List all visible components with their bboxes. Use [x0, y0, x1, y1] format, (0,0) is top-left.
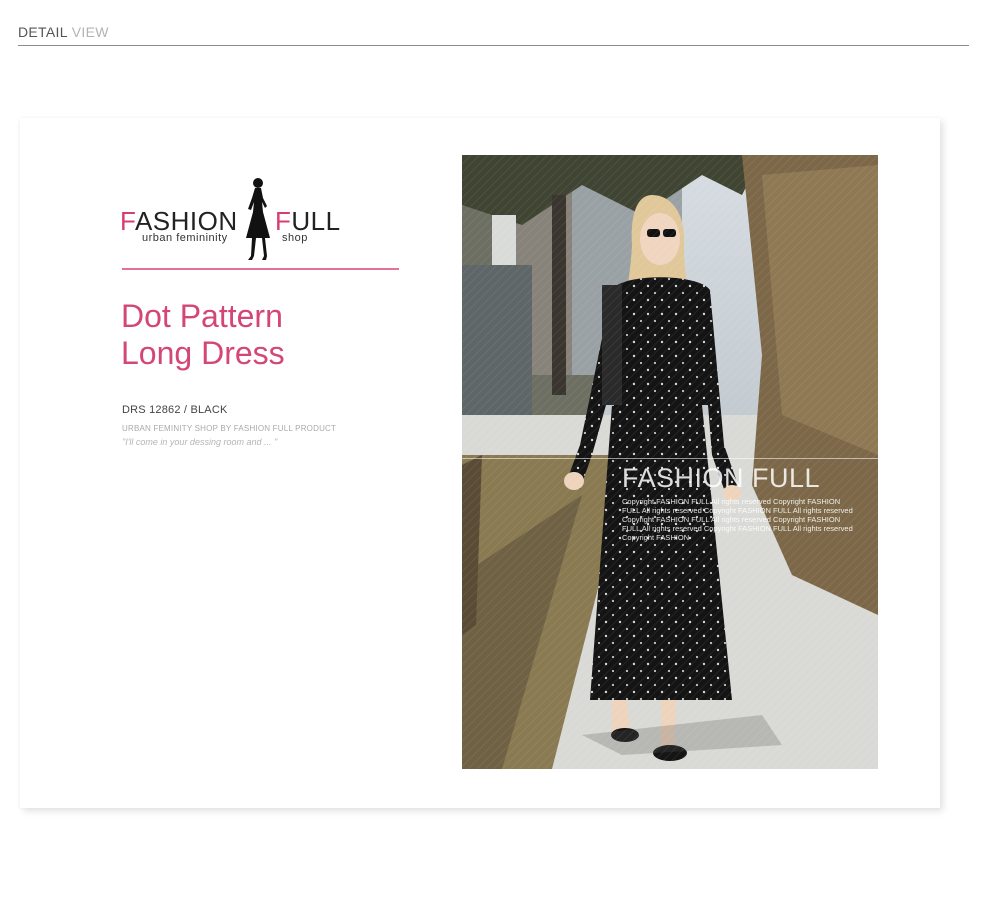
product-photo: FASHION FULL Copyright FASHION FULL All …	[462, 155, 878, 769]
product-credit: URBAN FEMINITY SHOP BY FASHION FULL PROD…	[122, 424, 337, 433]
watermark: FASHION FULL Copyright FASHION FULL All …	[622, 463, 856, 542]
section-title-strong: DETAIL	[18, 24, 68, 40]
logo-tagline-right: shop	[282, 232, 308, 244]
product-title: Dot Pattern Long Dress	[121, 298, 421, 372]
model-photo-illustration	[462, 155, 878, 769]
woman-silhouette-icon	[246, 178, 270, 260]
section-title-light: VIEW	[71, 24, 109, 40]
product-sku: DRS 12862 / BLACK	[122, 404, 228, 416]
product-title-line2: Long Dress	[121, 335, 285, 371]
product-title-line1: Dot Pattern	[121, 298, 283, 334]
section-header: DETAIL VIEW	[18, 24, 969, 46]
logo-tagline-left: urban femininity	[142, 232, 228, 244]
product-quote: "I'll come in your dessing room and ... …	[122, 437, 278, 447]
watermark-divider	[462, 458, 878, 459]
logo-divider	[122, 268, 399, 270]
watermark-copyright: Copyright FASHION FULL All rights reserv…	[622, 497, 853, 542]
brand-logo: FASHION FULL urban femininity shop	[120, 176, 400, 264]
watermark-title: FASHION FULL	[622, 463, 821, 493]
